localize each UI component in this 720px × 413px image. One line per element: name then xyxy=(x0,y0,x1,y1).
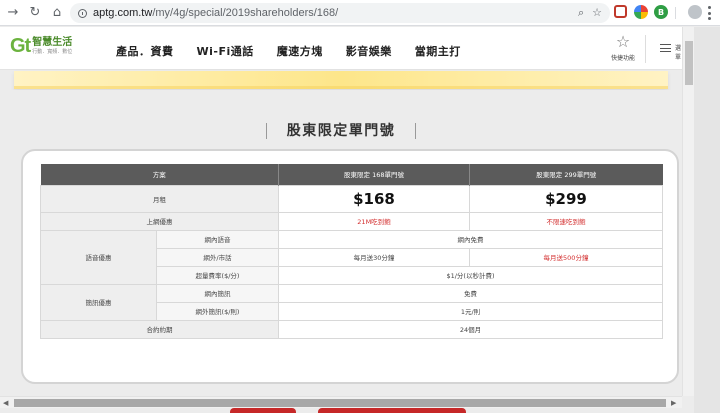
cta-button-partial-2[interactable] xyxy=(318,408,466,413)
quick-functions-label: 快捷功能 xyxy=(610,55,635,62)
menu-label[interactable]: 選單 xyxy=(675,43,682,61)
sublabel-sms-offnet: 網外簡訊($/則) xyxy=(156,301,279,321)
section-title-text: 股東限定單門號 xyxy=(286,123,396,139)
data-299: 不限速吃到飽 xyxy=(469,211,663,231)
quick-functions-button[interactable]: ☆ 快捷功能 xyxy=(608,33,638,62)
back-icon[interactable]: → xyxy=(4,4,22,22)
plan-card: 方案 股東限定 168單門號 股東限定 299單門號 月租 $168 $299 … xyxy=(21,149,679,384)
hamburger-menu-icon[interactable] xyxy=(660,44,671,52)
extension-red-icon[interactable] xyxy=(614,5,627,18)
chrome-extension-icon[interactable] xyxy=(634,5,648,19)
horizontal-scroll-thumb[interactable] xyxy=(14,399,666,407)
zoom-icon[interactable]: ⌕ xyxy=(578,6,584,20)
reload-icon[interactable]: ↻ xyxy=(26,4,44,22)
sms-onnet-value: 免費 xyxy=(278,283,663,303)
voice-offnet-168: 每月送30分鐘 xyxy=(278,247,470,267)
sms-offnet-value: 1元/則 xyxy=(278,301,663,321)
window-edge xyxy=(694,27,720,413)
sublabel-voice-onnet: 網內語音 xyxy=(156,229,279,249)
extension-green-icon[interactable]: B xyxy=(654,5,668,19)
table-row-data: 上網優惠 21M吃到飽 不限速吃到飽 xyxy=(40,211,663,231)
section-title: 股東限定單門號 xyxy=(0,120,682,140)
nav-item-wifi-calling[interactable]: Wi-Fi通話 xyxy=(197,43,254,59)
table-row-voice-onnet: 語音優惠 網內語音 網內免費 xyxy=(40,229,663,285)
url-text: aptg.com.tw/my/4g/special/2019shareholde… xyxy=(93,7,338,19)
main-nav: 產品．資費 Wi-Fi通話 魔速方塊 影音娛樂 當期主打 xyxy=(116,43,461,59)
contract-value: 24個月 xyxy=(278,319,663,339)
nav-item-products[interactable]: 產品．資費 xyxy=(116,43,174,59)
star-icon: ☆ xyxy=(615,32,631,51)
table-row-monthly-fee: 月租 $168 $299 xyxy=(40,184,663,213)
bookmark-star-icon[interactable]: ☆ xyxy=(592,6,602,20)
url-path: /my/4g/special/2019shareholders/168/ xyxy=(152,7,339,19)
table-header-row: 方案 股東限定 168單門號 股東限定 299單門號 xyxy=(40,164,663,185)
data-168: 21M吃到飽 xyxy=(278,211,470,231)
nav-item-entertainment[interactable]: 影音娛樂 xyxy=(346,43,392,59)
header-divider xyxy=(645,35,646,63)
table-row-contract: 合約約期 24個月 xyxy=(40,319,663,339)
toolbar-divider xyxy=(675,7,676,19)
logo-tagline: 行動．寬頻．數位 xyxy=(32,49,73,55)
row-label-data: 上網優惠 xyxy=(40,211,279,231)
vertical-scroll-thumb[interactable] xyxy=(685,41,693,85)
promo-banner xyxy=(14,71,668,89)
price-168: $168 xyxy=(278,184,470,213)
site-header: Gt 智慧生活 行動．寬頻．數位 產品．資費 Wi-Fi通話 魔速方塊 影音娛樂… xyxy=(0,27,682,70)
home-icon[interactable]: ⌂ xyxy=(48,4,66,22)
scroll-right-icon[interactable]: ▶ xyxy=(671,399,676,407)
table-row-sms-onnet: 簡訊優惠 網內簡訊 免費 xyxy=(40,283,663,321)
row-label-voice: 語音優惠 xyxy=(40,229,157,285)
title-bar-right xyxy=(415,123,417,139)
sublabel-sms-onnet: 網內簡訊 xyxy=(156,283,279,303)
column-header-168: 股東限定 168單門號 xyxy=(278,164,470,185)
price-299: $299 xyxy=(469,184,663,213)
row-label-monthly-fee: 月租 xyxy=(40,184,279,213)
nav-item-promotions[interactable]: 當期主打 xyxy=(415,43,461,59)
sublabel-voice-overage: 超量費率($/分) xyxy=(156,265,279,285)
voice-onnet-value: 網內免費 xyxy=(278,229,663,249)
row-label-contract: 合約約期 xyxy=(40,319,279,339)
vertical-scrollbar[interactable] xyxy=(682,27,694,396)
voice-offnet-299: 每月送500分鐘 xyxy=(469,247,663,267)
logo-name: 智慧生活 xyxy=(32,37,73,48)
address-bar[interactable]: aptg.com.tw/my/4g/special/2019shareholde… xyxy=(70,3,610,23)
url-host: aptg.com.tw xyxy=(93,7,153,19)
scroll-left-icon[interactable]: ◀ xyxy=(3,399,8,407)
logo-mark: Gt xyxy=(10,35,31,57)
row-label-sms: 簡訊優惠 xyxy=(40,283,157,321)
horizontal-scrollbar[interactable]: ◀ ▶ xyxy=(0,396,682,408)
brand-logo[interactable]: Gt 智慧生活 行動．寬頻．數位 xyxy=(10,36,72,56)
profile-avatar-icon[interactable] xyxy=(688,5,702,19)
info-icon[interactable] xyxy=(78,8,87,18)
browser-menu-icon[interactable] xyxy=(708,6,711,20)
nav-item-magic-box[interactable]: 魔速方塊 xyxy=(277,43,323,59)
sublabel-voice-offnet: 網外/市話 xyxy=(156,247,279,267)
title-bar-left xyxy=(265,123,267,139)
column-header-plan: 方案 xyxy=(40,164,279,185)
voice-overage-value: $1/分(以秒計費) xyxy=(278,265,663,285)
column-header-299: 股東限定 299單門號 xyxy=(469,164,663,185)
page-content: 股東限定單門號 方案 股東限定 168單門號 股東限定 299單門號 月租 $1… xyxy=(0,90,682,396)
plan-comparison-table: 方案 股東限定 168單門號 股東限定 299單門號 月租 $168 $299 … xyxy=(40,164,663,339)
browser-toolbar: → ↻ ⌂ aptg.com.tw/my/4g/special/2019shar… xyxy=(0,0,720,26)
cta-button-partial[interactable] xyxy=(230,408,296,413)
